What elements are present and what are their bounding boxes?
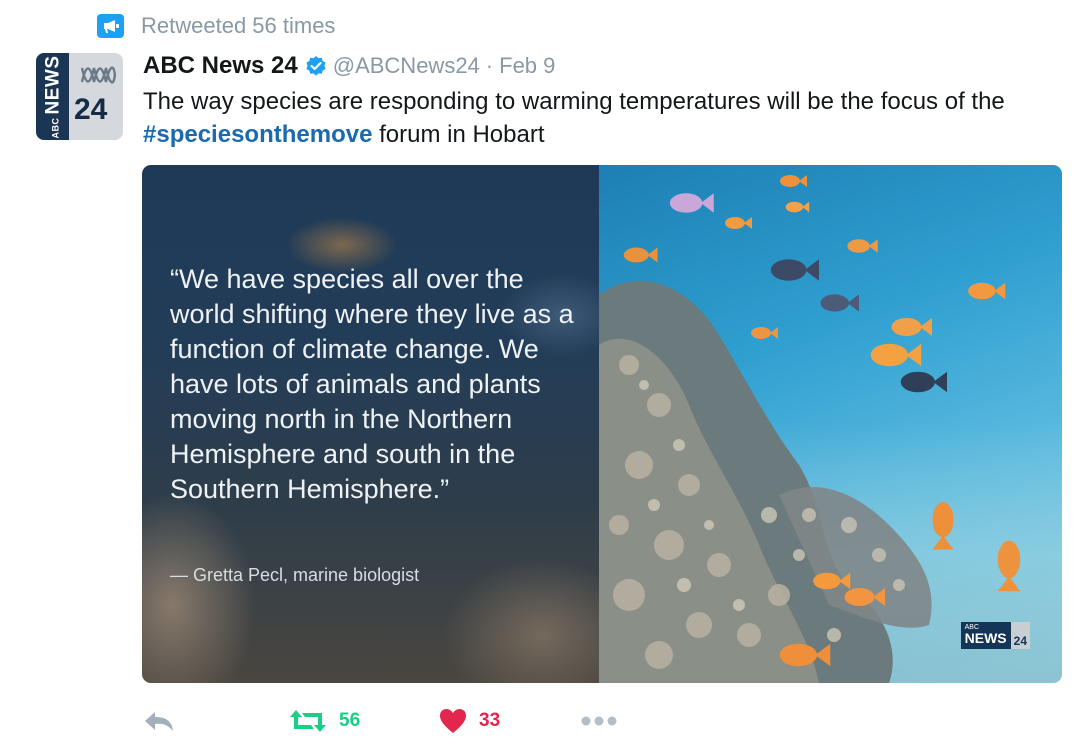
- fish-icon: [847, 239, 878, 253]
- display-name[interactable]: ABC News 24: [143, 52, 298, 80]
- tweet-actions: 56 33: [143, 703, 643, 739]
- tweet-text: The way species are responding to warmin…: [143, 85, 1063, 151]
- quote-attribution: — Gretta Pecl, marine biologist: [170, 565, 420, 585]
- like-button[interactable]: 33: [439, 703, 500, 739]
- tweet-date[interactable]: Feb 9: [499, 53, 555, 79]
- separator-dot: ·: [485, 53, 494, 78]
- like-count: 33: [479, 710, 501, 731]
- reply-icon: [145, 712, 173, 731]
- avatar-abc-text: ABC: [50, 117, 60, 138]
- fish-icon: [891, 318, 932, 336]
- fish-icon: [932, 502, 954, 550]
- quote-panel: “We have species all over the world shif…: [142, 165, 599, 683]
- fish-icon: [820, 294, 859, 312]
- retweet-button[interactable]: 56: [289, 703, 360, 739]
- avatar-news-text: NEWS: [42, 55, 63, 114]
- reply-button[interactable]: [143, 703, 175, 739]
- tweet-text-end: forum in Hobart: [372, 121, 545, 148]
- tweet-media-image[interactable]: “We have species all over the world shif…: [142, 165, 1062, 683]
- watermark-number: 24: [1010, 622, 1030, 649]
- retweet-context-text: Retweeted 56 times: [141, 13, 336, 38]
- fish-icon: [623, 247, 658, 263]
- watermark-news-text: NEWS: [964, 630, 1007, 646]
- megaphone-icon: [97, 14, 124, 38]
- fish-icon: [669, 193, 714, 213]
- coral-reef-illustration: [599, 280, 932, 683]
- fish-icon: [844, 588, 885, 606]
- fish-icon: [779, 643, 831, 667]
- avatar[interactable]: ABC NEWS 24: [36, 53, 123, 140]
- retweet-context: Retweeted 56 times: [97, 10, 335, 42]
- quote-text: “We have species all over the world shif…: [170, 264, 574, 504]
- retweet-count: 56: [339, 710, 361, 731]
- abc-news-24-watermark: ABC NEWS 24: [960, 622, 1030, 649]
- reef-photo: ABC NEWS 24: [599, 165, 1062, 683]
- retweet-icon: [290, 710, 326, 732]
- fish-icon: [785, 201, 810, 213]
- tweet-header: ABC News 24 @ABCNews24 · Feb 9: [143, 50, 555, 82]
- hashtag-link[interactable]: #speciesonthemove: [143, 121, 372, 148]
- verified-badge-icon: [305, 55, 327, 77]
- fish-icon: [725, 217, 752, 229]
- avatar-number: 24: [74, 93, 108, 126]
- tweet-text-start: The way species are responding to warmin…: [143, 88, 1005, 115]
- heart-icon: [440, 709, 466, 733]
- fish-icon: [770, 259, 819, 281]
- fish-icon: [780, 175, 807, 187]
- more-options-button[interactable]: [580, 703, 618, 739]
- more-icon: [581, 716, 617, 726]
- fish-icon: [751, 327, 778, 339]
- abc-logo-icon: [80, 66, 116, 84]
- fish-icon: [968, 282, 1006, 300]
- fish-icon: [997, 540, 1021, 592]
- handle[interactable]: @ABCNews24: [333, 53, 480, 79]
- fish-icon: [900, 371, 947, 393]
